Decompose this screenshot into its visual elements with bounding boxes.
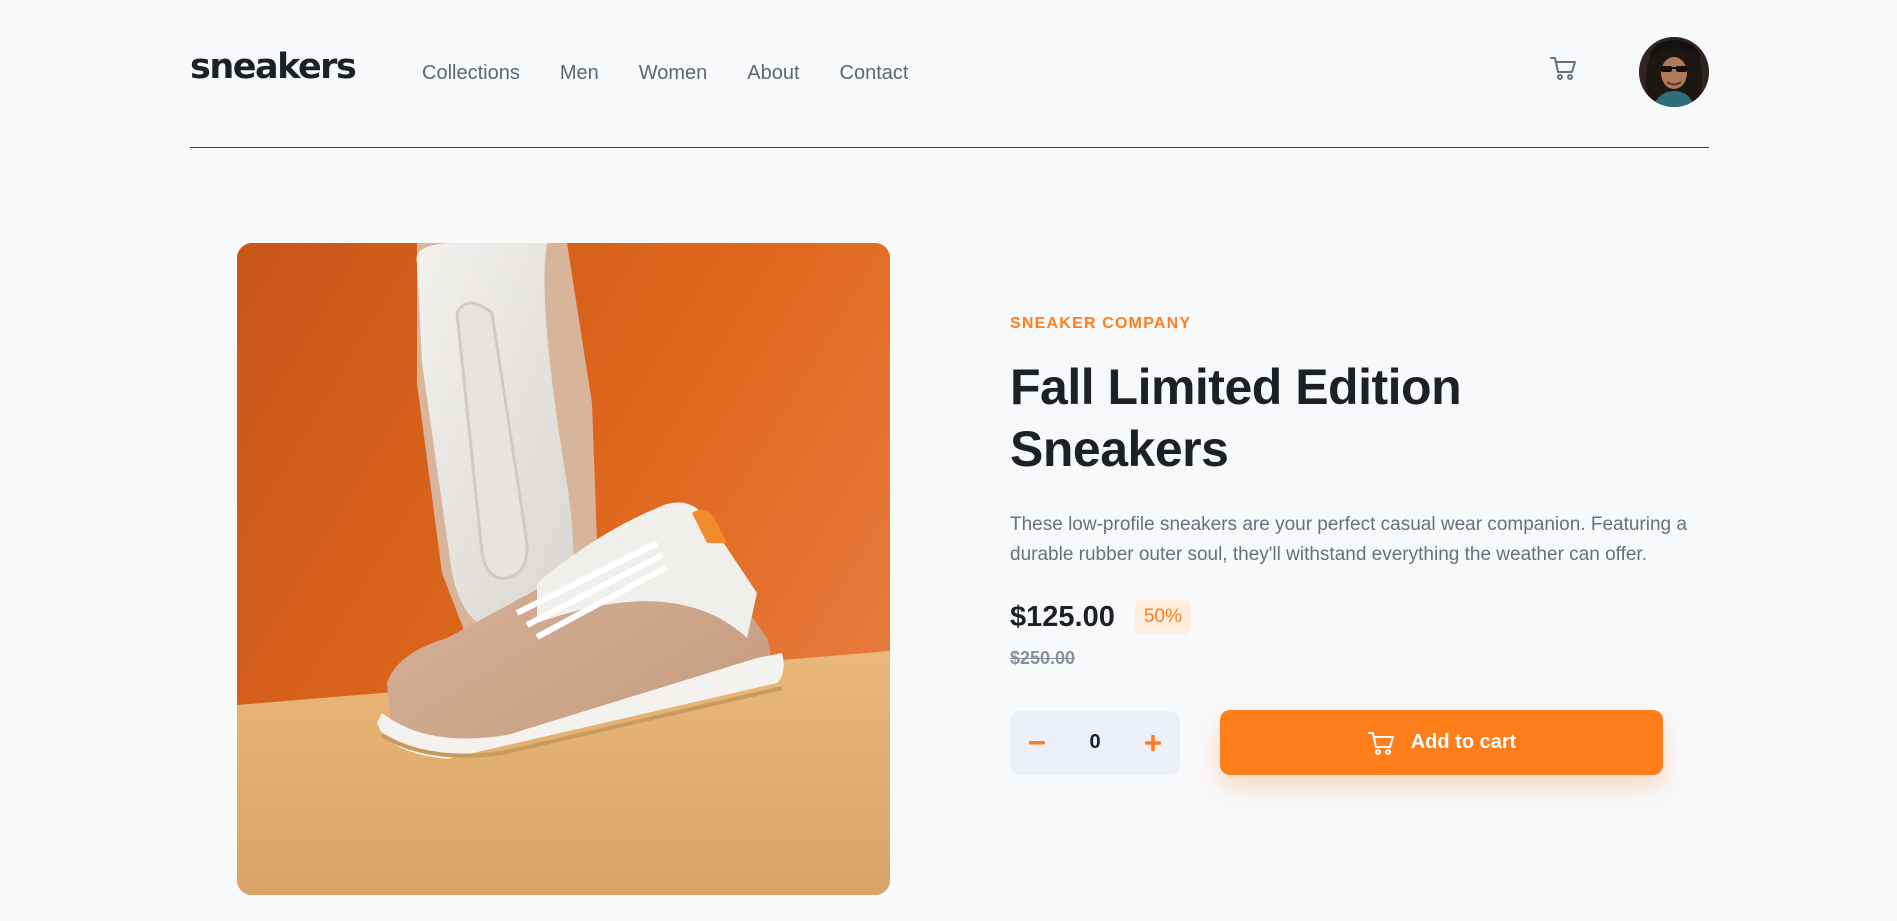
discount-badge: 50%: [1134, 600, 1191, 634]
company-name: SNEAKER COMPANY: [1010, 315, 1192, 332]
plus-icon: [1145, 734, 1161, 751]
purchase-actions: 0 Add to cart: [1010, 710, 1690, 775]
product-info: SNEAKER COMPANY Fall Limited Edition Sne…: [1010, 312, 1690, 775]
cart-button[interactable]: [1549, 54, 1579, 84]
user-avatar[interactable]: [1639, 37, 1709, 107]
product-title: Fall Limited Edition Sneakers: [1010, 359, 1462, 477]
original-price: $250.00: [1010, 648, 1076, 668]
nav-women[interactable]: Women: [639, 59, 708, 87]
site-header: sneakers Collections Men Women About Con…: [190, 0, 1709, 148]
avatar-image: [1639, 37, 1709, 107]
product-description: These low-profile sneakers are your perf…: [1010, 514, 1687, 565]
nav-about[interactable]: About: [747, 59, 799, 87]
cart-icon: [1550, 57, 1576, 80]
logo[interactable]: sneakers: [190, 50, 357, 85]
nav-men[interactable]: Men: [560, 59, 599, 87]
decrease-quantity-button[interactable]: [1026, 732, 1048, 754]
cart-icon: [1367, 731, 1394, 755]
current-price: $125.00: [1010, 600, 1115, 633]
price-row: $125.00 50%: [1010, 600, 1690, 634]
product-image[interactable]: [237, 243, 890, 895]
product-page: sneakers Collections Men Women About Con…: [0, 0, 1897, 921]
minus-icon: [1029, 740, 1045, 744]
add-to-cart-label: Add to cart: [1410, 731, 1517, 753]
main-nav: Collections Men Women About Contact: [422, 59, 908, 87]
nav-collections[interactable]: Collections: [422, 59, 520, 87]
increase-quantity-button[interactable]: [1142, 732, 1164, 754]
quantity-stepper: 0: [1010, 710, 1180, 775]
quantity-value: 0: [1089, 731, 1101, 753]
sneaker-product-image: [237, 243, 890, 895]
add-to-cart-button[interactable]: Add to cart: [1220, 710, 1663, 775]
nav-contact[interactable]: Contact: [840, 59, 909, 87]
